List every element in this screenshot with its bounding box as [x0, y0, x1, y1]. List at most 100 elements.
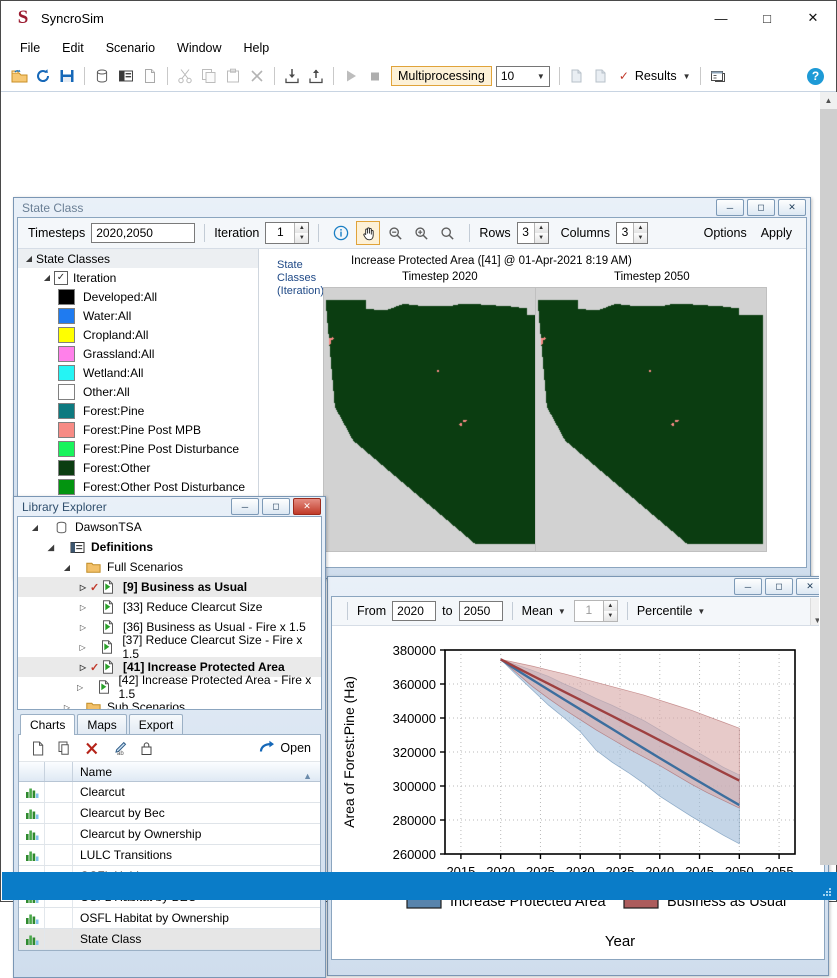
rows-stepper-buttons[interactable]: ▲ ▼ — [533, 223, 548, 243]
library-minimize-button[interactable]: ─ — [231, 498, 259, 515]
close-button[interactable]: ✕ — [790, 1, 836, 35]
info-icon[interactable] — [330, 222, 352, 244]
legend-item[interactable]: Other:All — [18, 382, 258, 401]
multiprocessing-button[interactable]: Multiprocessing — [391, 66, 492, 86]
properties-icon[interactable] — [114, 64, 138, 88]
expand-triangle-icon[interactable]: ▷ — [73, 683, 86, 692]
charts-grid-icon[interactable] — [706, 64, 730, 88]
collapse-triangle-icon[interactable]: ◢ — [60, 563, 74, 572]
library-restore-button[interactable]: ◻ — [262, 498, 290, 515]
timesteps-input[interactable]: 2020,2050 — [91, 223, 196, 243]
state-class-minimize-button[interactable]: ─ — [716, 199, 744, 216]
legend-group-row[interactable]: ◢ ✓ Iteration — [18, 268, 258, 287]
library-tree-item[interactable]: ◢ Full Scenarios — [18, 557, 321, 577]
library-tree-item[interactable]: ◢ DawsonTSA — [18, 517, 321, 537]
resize-grip-icon[interactable] — [821, 886, 833, 898]
menu-help[interactable]: Help — [233, 38, 281, 58]
collapse-triangle-icon[interactable]: ◢ — [22, 254, 36, 263]
minimize-button[interactable]: — — [698, 1, 744, 35]
table-row[interactable]: Clearcut by Bec — [19, 803, 320, 824]
columns-stepper[interactable]: 3 ▲ ▼ — [615, 222, 648, 244]
results-chevron-down-icon[interactable]: ▼ — [683, 72, 691, 81]
delete-x-icon[interactable] — [80, 736, 104, 760]
tab-export[interactable]: Export — [128, 714, 184, 734]
grid-header-name-column[interactable]: Name ▲ — [73, 763, 320, 781]
library-tree-item[interactable]: ▷ [42] Increase Protected Area - Fire x 1… — [18, 673, 321, 701]
iteration-stepper-buttons[interactable]: ▲ ▼ — [294, 223, 309, 243]
tab-charts[interactable]: Charts — [20, 714, 76, 735]
library-close-button[interactable]: ✕ — [293, 498, 321, 515]
expand-triangle-icon[interactable]: ▷ — [76, 643, 90, 652]
menu-scenario[interactable]: Scenario — [95, 38, 166, 58]
legend-item[interactable]: Forest:Other Post Disturbance — [18, 477, 258, 496]
legend-item[interactable]: Forest:Pine — [18, 401, 258, 420]
multiprocessing-count-combo[interactable]: 10 ▼ — [495, 65, 550, 87]
zoom-in-icon[interactable] — [410, 222, 432, 244]
map-timestep-2050[interactable] — [535, 287, 767, 552]
legend-item[interactable]: Forest:Pine Post Disturbance — [18, 439, 258, 458]
legend-item[interactable]: Grassland:All — [18, 344, 258, 363]
expand-triangle-icon[interactable]: ▷ — [76, 623, 90, 632]
to-input[interactable]: 2050 — [458, 601, 503, 621]
expand-triangle-icon[interactable]: ▷ — [76, 583, 90, 592]
expand-triangle-icon[interactable]: ▷ — [76, 663, 90, 672]
lock-icon[interactable] — [134, 736, 158, 760]
percentile-chevron-down-icon[interactable]: ▼ — [697, 607, 705, 616]
help-icon[interactable]: ? — [807, 67, 824, 85]
legend-item[interactable]: Wetland:All — [18, 363, 258, 382]
library-tree-item[interactable]: ▷ ✓ [9] Business as Usual — [18, 577, 321, 597]
menu-edit[interactable]: Edit — [51, 38, 95, 58]
scroll-up-icon[interactable]: ▲ — [820, 92, 837, 109]
legend-item[interactable]: Cropland:All — [18, 325, 258, 344]
legend-item[interactable]: Water:All — [18, 306, 258, 325]
table-row[interactable]: LULC Transitions — [19, 845, 320, 866]
open-library-icon[interactable] — [7, 64, 31, 88]
rename-icon[interactable]: ab — [107, 736, 131, 760]
percentile-dropdown[interactable]: Percentile — [637, 604, 693, 618]
legend-item[interactable]: Forest:Other — [18, 458, 258, 477]
tab-maps[interactable]: Maps — [77, 714, 127, 734]
iteration-stepper[interactable]: 1 ▲ ▼ — [265, 222, 310, 244]
refresh-icon[interactable] — [31, 64, 55, 88]
table-row[interactable]: Clearcut by Ownership — [19, 824, 320, 845]
maximize-button[interactable]: □ — [744, 1, 790, 35]
open-chart-button[interactable]: Open — [259, 740, 311, 757]
collapse-triangle-icon[interactable]: ◢ — [28, 523, 42, 532]
expand-triangle-icon[interactable]: ▷ — [60, 703, 74, 710]
legend-root-row[interactable]: ◢ State Classes — [18, 249, 258, 268]
mean-chevron-down-icon[interactable]: ▼ — [558, 607, 566, 616]
duplicate-icon[interactable] — [53, 736, 77, 760]
table-row[interactable]: Clearcut — [19, 782, 320, 803]
table-row[interactable]: State Class — [19, 929, 320, 950]
library-tree-item[interactable]: ◢ Definitions — [18, 537, 321, 557]
import-icon[interactable] — [280, 64, 304, 88]
from-input[interactable]: 2020 — [392, 601, 437, 621]
rows-stepper[interactable]: 3 ▲ ▼ — [516, 222, 549, 244]
legend-item[interactable]: Forest:Pine Post MPB — [18, 420, 258, 439]
legend-item[interactable]: Developed:All — [18, 287, 258, 306]
mean-dropdown[interactable]: Mean — [522, 604, 553, 618]
new-chart-icon[interactable] — [26, 736, 50, 760]
collapse-triangle-icon[interactable]: ◢ — [40, 273, 54, 282]
table-row[interactable]: OSFL Habitat by Ownership — [19, 908, 320, 929]
chart-restore-button[interactable]: ◻ — [765, 578, 793, 595]
map-timestep-2020[interactable] — [323, 287, 555, 552]
expand-triangle-icon[interactable]: ▷ — [76, 603, 90, 612]
apply-button[interactable]: Apply — [761, 226, 792, 240]
legend-group-checkbox[interactable]: ✓ — [54, 270, 68, 285]
database-icon[interactable] — [90, 64, 114, 88]
library-tree-item[interactable]: ▷ [33] Reduce Clearcut Size — [18, 597, 321, 617]
library-tree-item[interactable]: ▷ [37] Reduce Clearcut Size - Fire x 1.5 — [18, 633, 321, 661]
pan-hand-icon[interactable] — [356, 221, 381, 245]
zoom-out-icon[interactable] — [384, 222, 406, 244]
menu-window[interactable]: Window — [166, 38, 232, 58]
chart-minimize-button[interactable]: ─ — [734, 578, 762, 595]
save-icon[interactable] — [55, 64, 79, 88]
state-class-restore-button[interactable]: ◻ — [747, 199, 775, 216]
results-label[interactable]: Results — [635, 69, 677, 83]
export-icon[interactable] — [304, 64, 328, 88]
menu-file[interactable]: File — [9, 38, 51, 58]
state-class-close-button[interactable]: ✕ — [778, 199, 806, 216]
zoom-reset-icon[interactable] — [436, 222, 458, 244]
collapse-triangle-icon[interactable]: ◢ — [44, 543, 58, 552]
